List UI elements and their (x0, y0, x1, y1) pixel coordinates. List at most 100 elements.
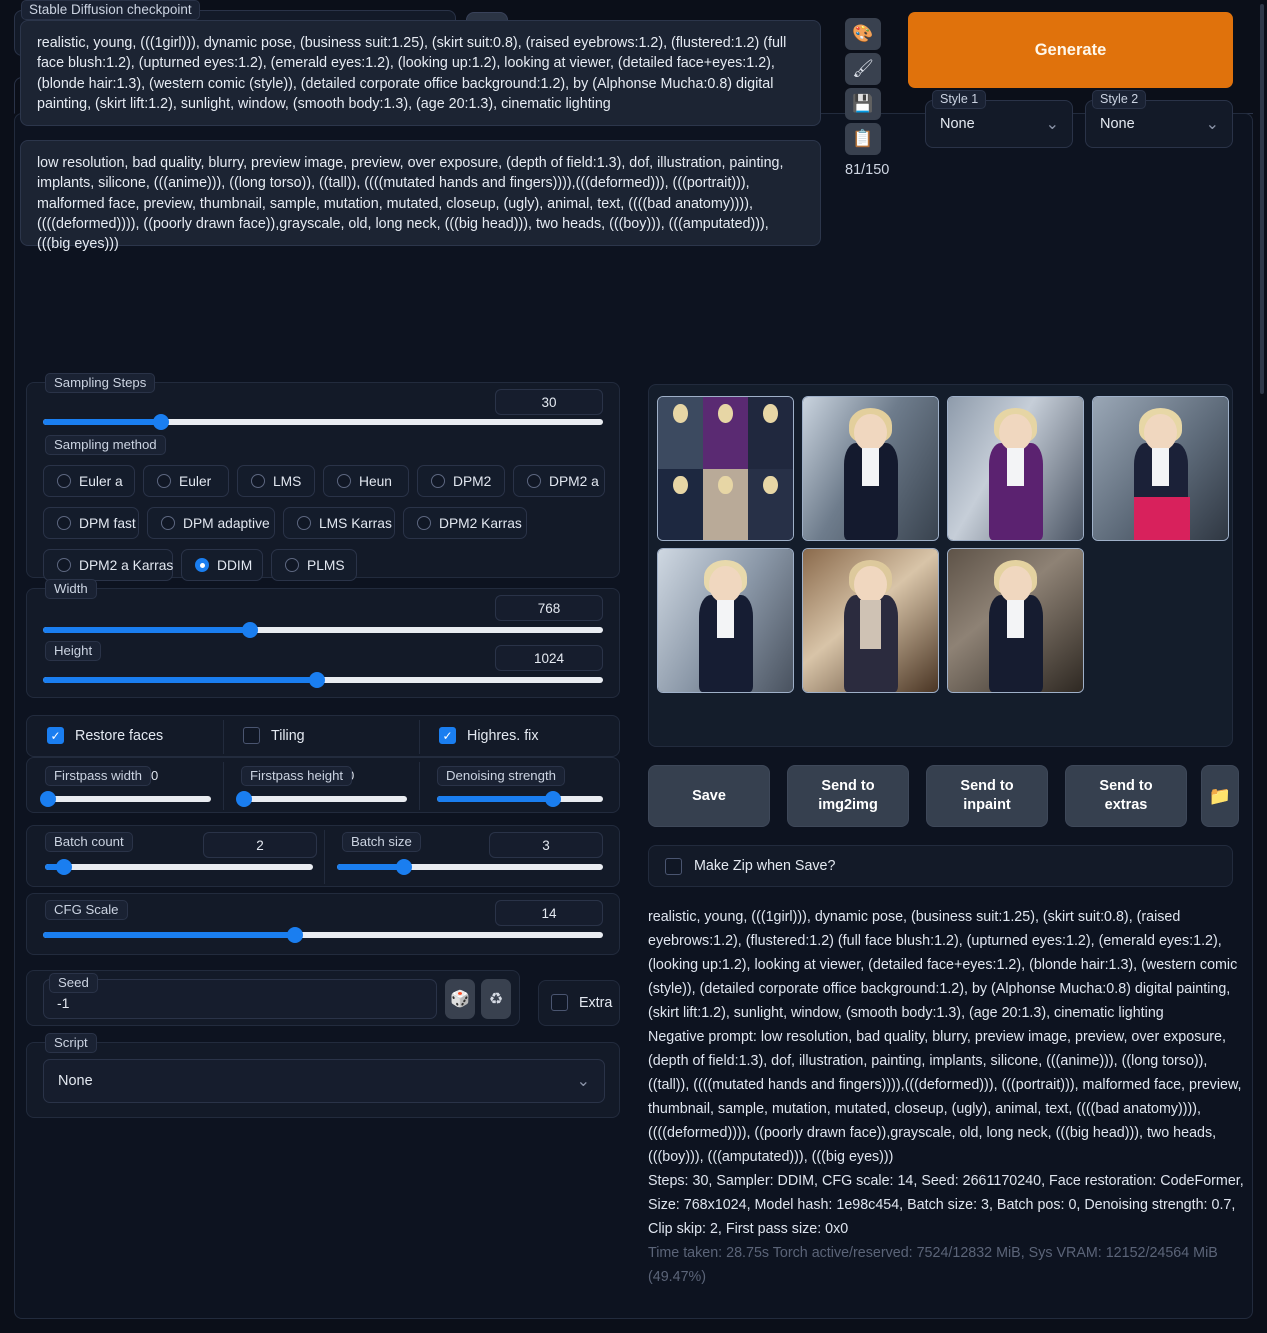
tiling-toggle[interactable]: ✓ Tiling (243, 727, 305, 744)
radio-icon (251, 474, 265, 488)
seed-label: Seed (49, 973, 98, 993)
thumbnail-image (658, 397, 793, 540)
firstpass-width-value[interactable]: 0 (151, 768, 158, 783)
batch-count-value[interactable]: 2 (203, 832, 317, 858)
save-style-button[interactable]: 💾 (845, 88, 881, 120)
batch-count-slider[interactable] (45, 864, 313, 870)
restore-faces-toggle[interactable]: ✓ Restore faces (47, 727, 163, 744)
sampler-heun[interactable]: Heun (323, 465, 409, 497)
result-image-3[interactable] (1092, 396, 1229, 541)
cfg-scale-slider[interactable] (43, 932, 603, 938)
batch-size-label: Batch size (342, 832, 421, 852)
firstpass-width-slider[interactable] (45, 796, 211, 802)
sampler-label: DPM2 a Karras (79, 558, 173, 573)
sampler-dpm2-a[interactable]: DPM2 a (513, 465, 605, 497)
send-to-inpaint-button[interactable]: Send to inpaint (926, 765, 1048, 827)
sampler-label: LMS (273, 474, 301, 489)
dice-icon: 🎲 (450, 989, 470, 1009)
cfg-scale-label: CFG Scale (45, 900, 128, 920)
style-2-dropdown[interactable]: Style 2 None ⌄ (1085, 100, 1233, 148)
cfg-scale-panel: CFG Scale 14 (26, 893, 620, 955)
sampler-ddim[interactable]: DDIM (181, 549, 263, 581)
clipboard-button[interactable]: 📋 (845, 123, 881, 155)
grid-thumbnail[interactable] (657, 396, 794, 541)
sampling-steps-label: Sampling Steps (45, 373, 155, 393)
button-label: Send to extras (1091, 777, 1161, 815)
prompt-tool-column: 🎨 🖌💾📋 (845, 18, 881, 158)
image-gallery[interactable] (648, 384, 1233, 747)
make-zip-toggle[interactable]: ✓ Make Zip when Save? (648, 845, 1233, 887)
width-slider[interactable] (43, 627, 603, 633)
sampler-euler[interactable]: Euler (143, 465, 229, 497)
randomize-seed-button[interactable]: 🎲 (445, 979, 475, 1019)
script-label: Script (45, 1033, 97, 1053)
palette-button[interactable]: 🎨 (845, 18, 881, 50)
batch-size-slider[interactable] (337, 864, 603, 870)
sampler-label: Euler (179, 474, 211, 489)
sampler-plms[interactable]: PLMS (271, 549, 357, 581)
highres-fix-label: Highres. fix (467, 728, 539, 744)
radio-icon (57, 558, 71, 572)
seed-extra-toggle[interactable]: ✓ Extra (551, 994, 612, 1011)
sampler-dpm-fast[interactable]: DPM fast (43, 507, 139, 539)
send-to-extras-button[interactable]: Send to extras (1065, 765, 1187, 827)
info-scrollbar[interactable] (1260, 4, 1264, 394)
reuse-seed-button[interactable]: ♻ (481, 979, 511, 1019)
width-value[interactable]: 768 (495, 595, 603, 621)
sampler-dpm2-karras[interactable]: DPM2 Karras (403, 507, 527, 539)
sampler-lms[interactable]: LMS (237, 465, 315, 497)
seed-extra-label: Extra (579, 995, 612, 1011)
highres-fix-toggle[interactable]: ✓ Highres. fix (439, 727, 539, 744)
info-params: Steps: 30, Sampler: DDIM, CFG scale: 14,… (648, 1169, 1248, 1241)
radio-icon (57, 474, 71, 488)
sampler-label: DPM adaptive (183, 516, 270, 531)
radio-icon (57, 516, 71, 530)
height-slider[interactable] (43, 677, 603, 683)
result-image-6[interactable] (947, 548, 1084, 693)
recycle-icon: ♻ (489, 989, 503, 1009)
result-image-4[interactable] (657, 548, 794, 693)
result-image-5[interactable] (802, 548, 939, 693)
denoising-strength-slider[interactable] (437, 796, 603, 802)
palette-icon: 🎨 (852, 24, 873, 44)
thumbnail-image (658, 549, 793, 692)
batch-count-label: Batch count (45, 832, 133, 852)
radio-icon (195, 558, 209, 572)
seed-input[interactable] (43, 979, 437, 1019)
sampler-dpm2-a-karras[interactable]: DPM2 a Karras (43, 549, 173, 581)
button-label: Send to img2img (813, 777, 883, 815)
button-label: Send to inpaint (952, 777, 1022, 815)
seed-panel: Seed -1 🎲 ♻ (26, 970, 520, 1026)
send-to-img2img-button[interactable]: Send to img2img (787, 765, 909, 827)
style-1-dropdown[interactable]: Style 1 None ⌄ (925, 100, 1073, 148)
result-image-1[interactable] (802, 396, 939, 541)
sampler-label: LMS Karras (319, 516, 392, 531)
sampler-dpm2[interactable]: DPM2 (417, 465, 505, 497)
open-folder-button[interactable]: 📁 (1201, 765, 1239, 827)
batch-size-value[interactable]: 3 (489, 832, 603, 858)
seed-value: -1 (57, 995, 69, 1011)
thumbnail-image (1093, 397, 1228, 540)
sampling-steps-slider[interactable] (43, 419, 603, 425)
sampler-lms-karras[interactable]: LMS Karras (283, 507, 395, 539)
save-button[interactable]: Save (648, 765, 770, 827)
result-image-2[interactable] (947, 396, 1084, 541)
prompt-input[interactable]: realistic, young, (((1girl))), dynamic p… (20, 20, 821, 126)
sampler-euler-a[interactable]: Euler a (43, 465, 135, 497)
checkbox-icon: ✓ (665, 858, 682, 875)
height-value[interactable]: 1024 (495, 645, 603, 671)
chevron-down-icon: ⌄ (1206, 114, 1219, 134)
script-dropdown[interactable]: None ⌄ (43, 1059, 605, 1103)
info-prompt: realistic, young, (((1girl))), dynamic p… (648, 905, 1248, 1025)
sampler-dpm-adaptive[interactable]: DPM adaptive (147, 507, 275, 539)
sampling-steps-value[interactable]: 30 (495, 389, 603, 415)
negative-prompt-input[interactable]: low resolution, bad quality, blurry, pre… (20, 140, 821, 246)
generate-button[interactable]: Generate (908, 12, 1233, 88)
sampler-label: DPM2 (453, 474, 491, 489)
paintbrush-button[interactable]: 🖌 (845, 53, 881, 85)
checkpoint-label: Stable Diffusion checkpoint (21, 0, 200, 20)
firstpass-height-slider[interactable] (241, 796, 407, 802)
seed-extra-panel: ✓ Extra (538, 980, 620, 1026)
cfg-scale-value[interactable]: 14 (495, 900, 603, 926)
radio-icon (157, 474, 171, 488)
